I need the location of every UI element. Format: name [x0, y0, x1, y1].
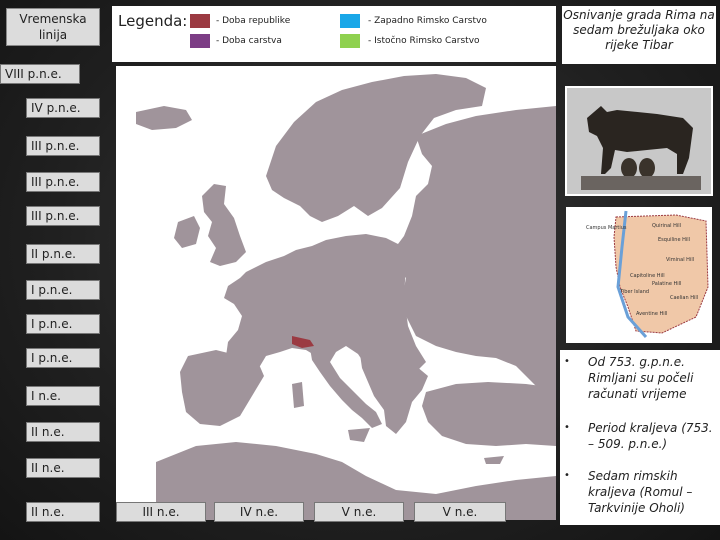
bullet-text: Od 753. g.p.n.e. Rimljani su počeli raču… — [588, 355, 694, 401]
timeline-era-bar[interactable]: IV p.n.e. — [26, 98, 100, 118]
hill-label: Esquiline Hill — [658, 237, 691, 243]
legend: Legenda: - Doba republike - Zapadno Rims… — [112, 6, 556, 62]
great-britain-shape — [202, 184, 246, 266]
rome-founding-title: Osnivanje grada Rima na sedam brežuljaka… — [562, 6, 716, 64]
timeline-title: Vremenska linija — [6, 8, 100, 46]
hill-label: Caelian Hill — [670, 295, 699, 301]
bullet-dot-icon: • — [564, 356, 570, 367]
statue-base-shape — [581, 176, 701, 190]
timeline-era-bar[interactable]: I p.n.e. — [26, 314, 100, 334]
timeline-era-bar[interactable]: II n.e. — [26, 458, 100, 478]
timeline-era-bar-bottom[interactable]: III n.e. — [116, 502, 206, 522]
timeline-era-bar[interactable]: I p.n.e. — [26, 280, 100, 300]
timeline-era-bar[interactable]: I p.n.e. — [26, 348, 100, 368]
hill-label: Viminal Hill — [666, 257, 695, 263]
timeline-era-bar[interactable]: III p.n.e. — [26, 206, 100, 226]
timeline-era-bar[interactable]: III p.n.e. — [26, 136, 100, 156]
bullet-text: Sedam rimskih kraljeva (Romul – Tarkvini… — [588, 469, 693, 515]
europe-map-svg — [136, 74, 556, 520]
timeline-era-bar[interactable]: III p.n.e. — [26, 172, 100, 192]
europe-map — [116, 66, 556, 520]
legend-label-east-empire: - Istočno Rimsko Carstvo — [368, 36, 480, 46]
twin-romulus-shape — [621, 158, 637, 178]
timeline-era-bar[interactable]: II p.n.e. — [26, 244, 100, 264]
bullet-dot-icon: • — [564, 470, 570, 481]
timeline-era-bar[interactable]: II n.e. — [26, 502, 100, 522]
legend-label-west-empire: - Zapadno Rimsko Carstvo — [368, 16, 487, 26]
legend-label-republic: - Doba republike — [216, 16, 291, 26]
timeline-era-bar[interactable]: II n.e. — [26, 422, 100, 442]
hill-label: Quirinal Hill — [652, 223, 682, 229]
timeline-era-bar-bottom[interactable]: IV n.e. — [214, 502, 304, 522]
capitoline-wolf-svg — [567, 88, 711, 194]
info-bullets: • Od 753. g.p.n.e. Rimljani su počeli ra… — [560, 350, 720, 525]
legend-title: Legenda: — [118, 12, 188, 30]
legend-swatch-east-empire — [340, 34, 360, 48]
legend-swatch-west-empire — [340, 14, 360, 28]
anatolia-shape — [422, 382, 556, 446]
cyprus-shape — [484, 456, 504, 464]
seven-hills-map: Esquiline Hill Quirinal Hill Viminal Hill P… — [566, 207, 712, 343]
timeline-era-bar-bottom[interactable]: V n.e. — [414, 502, 506, 522]
iceland-shape — [136, 106, 192, 130]
timeline-era-bar-bottom[interactable]: V n.e. — [314, 502, 404, 522]
timeline-era-bar[interactable]: I n.e. — [26, 386, 100, 406]
hill-label: Aventine Hill — [636, 311, 668, 317]
capitoline-wolf-image — [565, 86, 713, 196]
legend-swatch-empire — [190, 34, 210, 48]
iberia-shape — [180, 350, 264, 426]
bullet-text: Period kraljeva (753. – 509. p.n.e.) — [588, 421, 713, 451]
sicily-shape — [348, 428, 370, 442]
ireland-shape — [174, 216, 200, 248]
hill-label: Palatine Hill — [652, 281, 682, 287]
bullet-dot-icon: • — [564, 422, 570, 433]
legend-swatch-republic — [190, 14, 210, 28]
slide-background: Vremenska linija Legenda: - Doba republi… — [0, 0, 720, 540]
hill-label: Capitoline Hill — [630, 273, 665, 279]
legend-label-empire: - Doba carstva — [216, 36, 282, 46]
hill-label: Tiber Island — [620, 289, 650, 295]
timeline-era-bar[interactable]: VIII p.n.e. — [0, 64, 80, 84]
sardinia-shape — [292, 382, 304, 408]
twin-remus-shape — [639, 158, 655, 178]
hill-label: Campus Martius — [586, 225, 627, 231]
